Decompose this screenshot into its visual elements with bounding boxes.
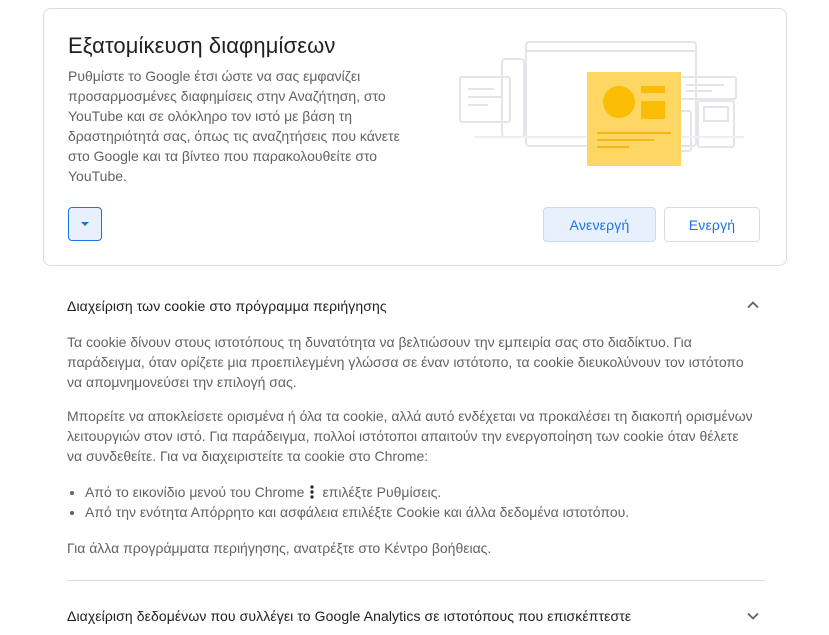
cookies-paragraph-3: Για άλλα προγράμματα περιήγησης, ανατρέξ… (67, 540, 492, 556)
cookie-steps-list: Από το εικονίδιο μενού του Chrome επιλέξτ… (67, 482, 775, 522)
expand-details-button[interactable] (68, 207, 102, 241)
card-title: Εξατομίκευση διαφημίσεων (68, 33, 336, 58)
chevron-up-icon[interactable] (745, 297, 761, 313)
list-item: Από το εικονίδιο μενού του Chrome επιλέξτ… (85, 482, 775, 502)
chevron-down-icon[interactable] (745, 608, 761, 624)
cookies-paragraph-1: Τα cookie δίνουν στους ιστοτόπους τη δυν… (67, 334, 744, 390)
analytics-section-heading[interactable]: Διαχείριση δεδομένων που συλλέγει το Goo… (67, 608, 631, 624)
turn-off-button[interactable]: Ανενεργή (543, 207, 656, 242)
ad-personalization-illustration (459, 41, 744, 166)
list-item: Από την ενότητα Απόρρητο και ασφάλεια επ… (85, 502, 775, 522)
cookies-section-heading[interactable]: Διαχείριση των cookie στο πρόγραμμα περι… (67, 298, 387, 314)
section-divider (67, 580, 765, 581)
turn-on-button[interactable]: Ενεργή (664, 207, 760, 242)
ad-personalization-card: Εξατομίκευση διαφημίσεων Ρυθμίστε το Goo… (43, 8, 787, 266)
cookies-paragraph-2: Μπορείτε να αποκλείσετε ορισμένα ή όλα τ… (67, 408, 753, 464)
more-vert-icon (310, 485, 315, 499)
step-1-text-before: Από το εικονίδιο μενού του Chrome (85, 484, 305, 500)
step-2-text: Από την ενότητα Απόρρητο και ασφάλεια επ… (85, 504, 630, 520)
caret-down-icon (81, 222, 89, 226)
step-1-text-after: επιλέξτε Ρυθμίσεις. (322, 484, 442, 500)
card-description: Ρυθμίστε το Google έτσι ώστε να σας εμφα… (68, 68, 400, 184)
